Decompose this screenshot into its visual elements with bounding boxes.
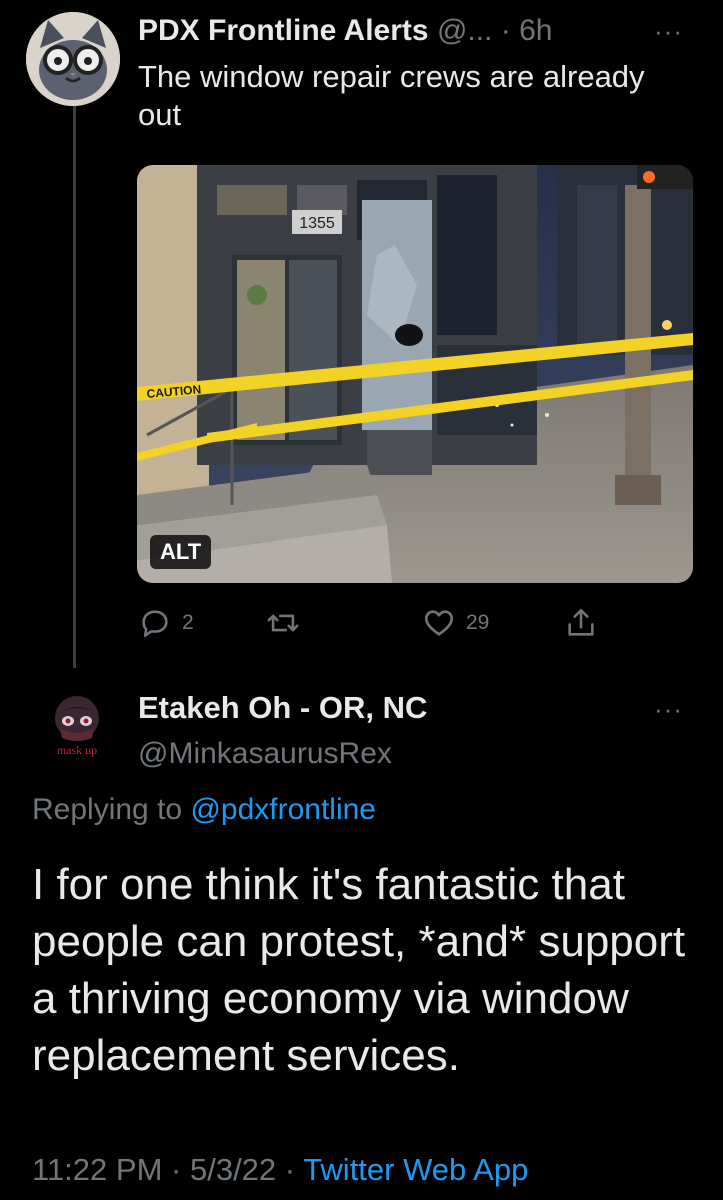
reply-button[interactable]: 2 [138, 603, 194, 643]
display-name[interactable]: PDX Frontline Alerts [138, 14, 429, 47]
alt-badge[interactable]: ALT [150, 535, 212, 569]
share-button[interactable] [564, 603, 598, 643]
address-number: 1355 [299, 215, 335, 232]
like-button[interactable]: 29 [422, 603, 489, 643]
avatar[interactable] [26, 12, 120, 106]
reply-icon [142, 610, 168, 638]
date[interactable]: 5/3/22 [190, 1152, 276, 1187]
share-icon [568, 608, 594, 636]
tweet-text: The window repair crews are already out [138, 59, 645, 132]
more-options-icon[interactable]: ··· [654, 694, 683, 725]
avatar-caption: mask up [57, 743, 97, 757]
separator: · [284, 1152, 296, 1187]
replying-prefix: Replying to [32, 793, 183, 826]
like-count: 29 [466, 611, 490, 634]
more-options-icon[interactable]: ··· [654, 16, 683, 47]
cat-avatar-icon [26, 12, 120, 106]
source-app-link[interactable]: Twitter Web App [303, 1152, 528, 1187]
storefront-photo: 1355 CAUTION [137, 165, 693, 583]
retweet-button[interactable] [266, 603, 308, 643]
timestamp[interactable]: 11:22 PM [32, 1152, 162, 1187]
handle[interactable]: @... [437, 14, 492, 47]
reply-mention-link[interactable]: @pdxfrontline [190, 793, 376, 826]
tweet-action-bar: 2 29 [138, 603, 608, 643]
tweet-meta: 11:22 PM · 5/3/22 · Twitter Web App [32, 1152, 528, 1188]
display-name[interactable]: Etakeh Oh - OR, NC [138, 690, 427, 726]
tweet-media-image[interactable]: 1355 CAUTION [137, 165, 693, 583]
thread-connector-line [73, 104, 76, 668]
handle[interactable]: @MinkasaurusRex [138, 737, 392, 771]
retweet-icon [267, 614, 299, 632]
heart-icon [424, 610, 454, 636]
replying-to: Replying to @pdxfrontline [32, 793, 376, 827]
tweet-text: I for one think it's fantastic that peop… [32, 860, 686, 1080]
reply-count: 2 [182, 611, 194, 634]
tweet-header: PDX Frontline Alerts @... · 6h [138, 12, 552, 50]
masked-face-avatar-icon: mask up [30, 688, 124, 782]
separator: · [500, 14, 511, 47]
separator: · [171, 1152, 182, 1187]
timestamp[interactable]: 6h [519, 14, 552, 47]
avatar[interactable]: mask up [30, 688, 124, 782]
